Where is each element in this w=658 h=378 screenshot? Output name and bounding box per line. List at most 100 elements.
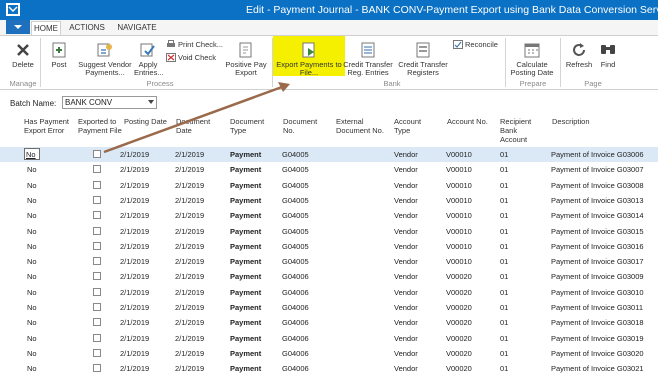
- cell-posting-date: 2/1/2019: [120, 211, 150, 221]
- exported-checkbox[interactable]: [93, 257, 101, 266]
- batch-name-select[interactable]: BANK CONV: [62, 96, 157, 109]
- group-label-manage: Manage: [9, 79, 37, 88]
- cell-recipient-bank: 01: [500, 287, 509, 297]
- exported-checkbox[interactable]: [93, 287, 101, 296]
- exported-checkbox[interactable]: [93, 241, 101, 250]
- header-exported-to-payment-file[interactable]: Exported to Payment File: [78, 117, 122, 135]
- exported-checkbox[interactable]: [93, 348, 101, 357]
- cell-description: Payment of Invoice G03014: [551, 211, 644, 221]
- find-icon: [601, 45, 615, 54]
- exported-checkbox[interactable]: [93, 318, 101, 327]
- exported-checkbox[interactable]: [93, 303, 101, 311]
- credit-transfer-reg-entries-icon: [361, 42, 375, 58]
- cell-recipient-bank: 01: [500, 348, 509, 358]
- exported-checkbox[interactable]: [93, 165, 101, 174]
- header-recipient-bank-account[interactable]: Recipient Bank Account: [500, 117, 538, 144]
- reconcile-button[interactable]: Reconcile: [453, 40, 498, 49]
- exported-checkbox[interactable]: [93, 272, 101, 281]
- refresh-button[interactable]: Refresh: [564, 38, 594, 69]
- cell-account-type: Vendor: [394, 165, 418, 175]
- group-label-process: Process: [146, 79, 174, 88]
- tab-navigate[interactable]: NAVIGATE: [114, 21, 160, 35]
- export-payments-icon: [302, 42, 315, 58]
- cell-document-date: 2/1/2019: [175, 348, 205, 358]
- suggest-vendor-payments-button[interactable]: Suggest Vendor Payments...: [76, 38, 134, 77]
- table-row[interactable]: No 2/1/2019 2/1/2019 Payment G04005 Vendor V00…: [0, 162, 658, 177]
- export-payments-to-file-button[interactable]: Export Payments to File...: [276, 38, 342, 77]
- header-posting-date[interactable]: Posting Date: [124, 117, 172, 126]
- cell-account-no: V00010: [446, 165, 472, 175]
- void-check-label: Void Check: [178, 53, 216, 62]
- table-row[interactable]: No 2/1/2019 2/1/2019 Payment G04006 Vendor V00…: [0, 331, 658, 346]
- post-button[interactable]: Post: [46, 38, 72, 69]
- exported-checkbox[interactable]: [93, 211, 101, 220]
- table-row[interactable]: No 2/1/2019 2/1/2019 Payment G04005 Vendor V00…: [0, 178, 658, 193]
- credit-transfer-reg-entries-button[interactable]: Credit Transfer Reg. Entries: [342, 38, 394, 77]
- cell-document-type: Payment: [230, 211, 262, 221]
- title-bar: Edit - Payment Journal - BANK CONV-Payme…: [0, 0, 658, 20]
- cell-document-no: G04006: [282, 348, 309, 358]
- header-account-no[interactable]: Account No.: [447, 117, 495, 126]
- cell-recipient-bank: 01: [500, 226, 509, 236]
- cell-account-no: V00020: [446, 333, 472, 343]
- exported-checkbox[interactable]: [93, 150, 101, 158]
- cell-account-no: V00010: [446, 150, 472, 159]
- table-row[interactable]: No 2/1/2019 2/1/2019 Payment G04005 Vendor V00…: [0, 224, 658, 239]
- table-row[interactable]: No 2/1/2019 2/1/2019 Payment G04005 Vendor V00…: [0, 147, 658, 163]
- apply-entries-label: Apply Entries...: [134, 60, 164, 77]
- delete-button[interactable]: Delete: [8, 38, 38, 69]
- exported-checkbox[interactable]: [93, 195, 101, 204]
- void-check-button[interactable]: Void Check: [166, 53, 216, 62]
- table-row[interactable]: No 2/1/2019 2/1/2019 Payment G04006 Vendor V00…: [0, 300, 658, 315]
- cell-recipient-bank: 01: [500, 180, 509, 190]
- table-row[interactable]: No 2/1/2019 2/1/2019 Payment G04005 Vendor V00…: [0, 239, 658, 254]
- delete-icon: [17, 44, 29, 56]
- table-row[interactable]: No 2/1/2019 2/1/2019 Payment G04005 Vendor V00…: [0, 254, 658, 269]
- table-row[interactable]: No 2/1/2019 2/1/2019 Payment G04006 Vendor V00…: [0, 315, 658, 330]
- calculate-posting-date-icon: [524, 43, 540, 58]
- find-label: Find: [600, 60, 616, 69]
- table-row[interactable]: No 2/1/2019 2/1/2019 Payment G04006 Vendor V00…: [0, 285, 658, 300]
- suggest-vendor-payments-icon: [97, 43, 112, 57]
- table-row[interactable]: No 2/1/2019 2/1/2019 Payment G04006 Vendor V00…: [0, 361, 658, 376]
- cell-account-type: Vendor: [394, 211, 418, 221]
- table-row[interactable]: No 2/1/2019 2/1/2019 Payment G04005 Vendor V00…: [0, 208, 658, 223]
- header-document-type[interactable]: Document Type: [230, 117, 270, 135]
- header-has-payment-export-error[interactable]: Has Payment Export Error: [24, 117, 72, 135]
- table-row[interactable]: No 2/1/2019 2/1/2019 Payment G04006 Vendor V00…: [0, 269, 658, 284]
- calculate-posting-date-button[interactable]: Calculate Posting Date: [507, 38, 557, 77]
- exported-checkbox[interactable]: [93, 180, 101, 189]
- exported-checkbox[interactable]: [93, 333, 101, 342]
- cell-recipient-bank: 01: [500, 211, 509, 221]
- group-label-prepare: Prepare: [519, 79, 547, 88]
- header-document-date[interactable]: Document Date: [176, 117, 216, 135]
- header-document-no[interactable]: Document No.: [283, 117, 323, 135]
- table-row[interactable]: No 2/1/2019 2/1/2019 Payment G04005 Vendor V00…: [0, 193, 658, 208]
- cell-has-error: No: [27, 241, 37, 251]
- has-error-field[interactable]: No: [24, 148, 40, 160]
- header-external-document-no[interactable]: External Document No.: [336, 117, 392, 135]
- print-check-button[interactable]: Print Check...: [166, 40, 223, 49]
- cell-has-error: No: [27, 211, 37, 221]
- tab-actions[interactable]: ACTIONS: [68, 21, 106, 35]
- cell-document-date: 2/1/2019: [175, 180, 205, 190]
- positive-pay-export-button[interactable]: Positive Pay Export: [222, 38, 270, 77]
- exported-checkbox[interactable]: [93, 364, 101, 373]
- apply-entries-button[interactable]: Apply Entries...: [134, 38, 164, 77]
- cell-document-date: 2/1/2019: [175, 287, 205, 297]
- exported-checkbox[interactable]: [93, 226, 101, 235]
- cell-document-type: Payment: [230, 150, 262, 159]
- cell-document-no: G04005: [282, 241, 309, 251]
- cell-posting-date: 2/1/2019: [120, 195, 150, 205]
- credit-transfer-registers-button[interactable]: Credit Transfer Registers: [396, 38, 450, 77]
- header-description[interactable]: Description: [552, 117, 612, 126]
- cell-description: Payment of Invoice G03010: [551, 287, 644, 297]
- table-row[interactable]: No 2/1/2019 2/1/2019 Payment G04006 Vendor V00…: [0, 346, 658, 361]
- tab-home[interactable]: HOME: [31, 21, 61, 35]
- credit-transfer-registers-icon: [416, 42, 430, 58]
- application-menu-button[interactable]: [6, 20, 30, 34]
- find-button[interactable]: Find: [596, 38, 620, 69]
- header-account-type[interactable]: Account Type: [394, 117, 430, 135]
- cell-description: Payment of Invoice G03015: [551, 226, 644, 236]
- delete-label: Delete: [12, 60, 34, 69]
